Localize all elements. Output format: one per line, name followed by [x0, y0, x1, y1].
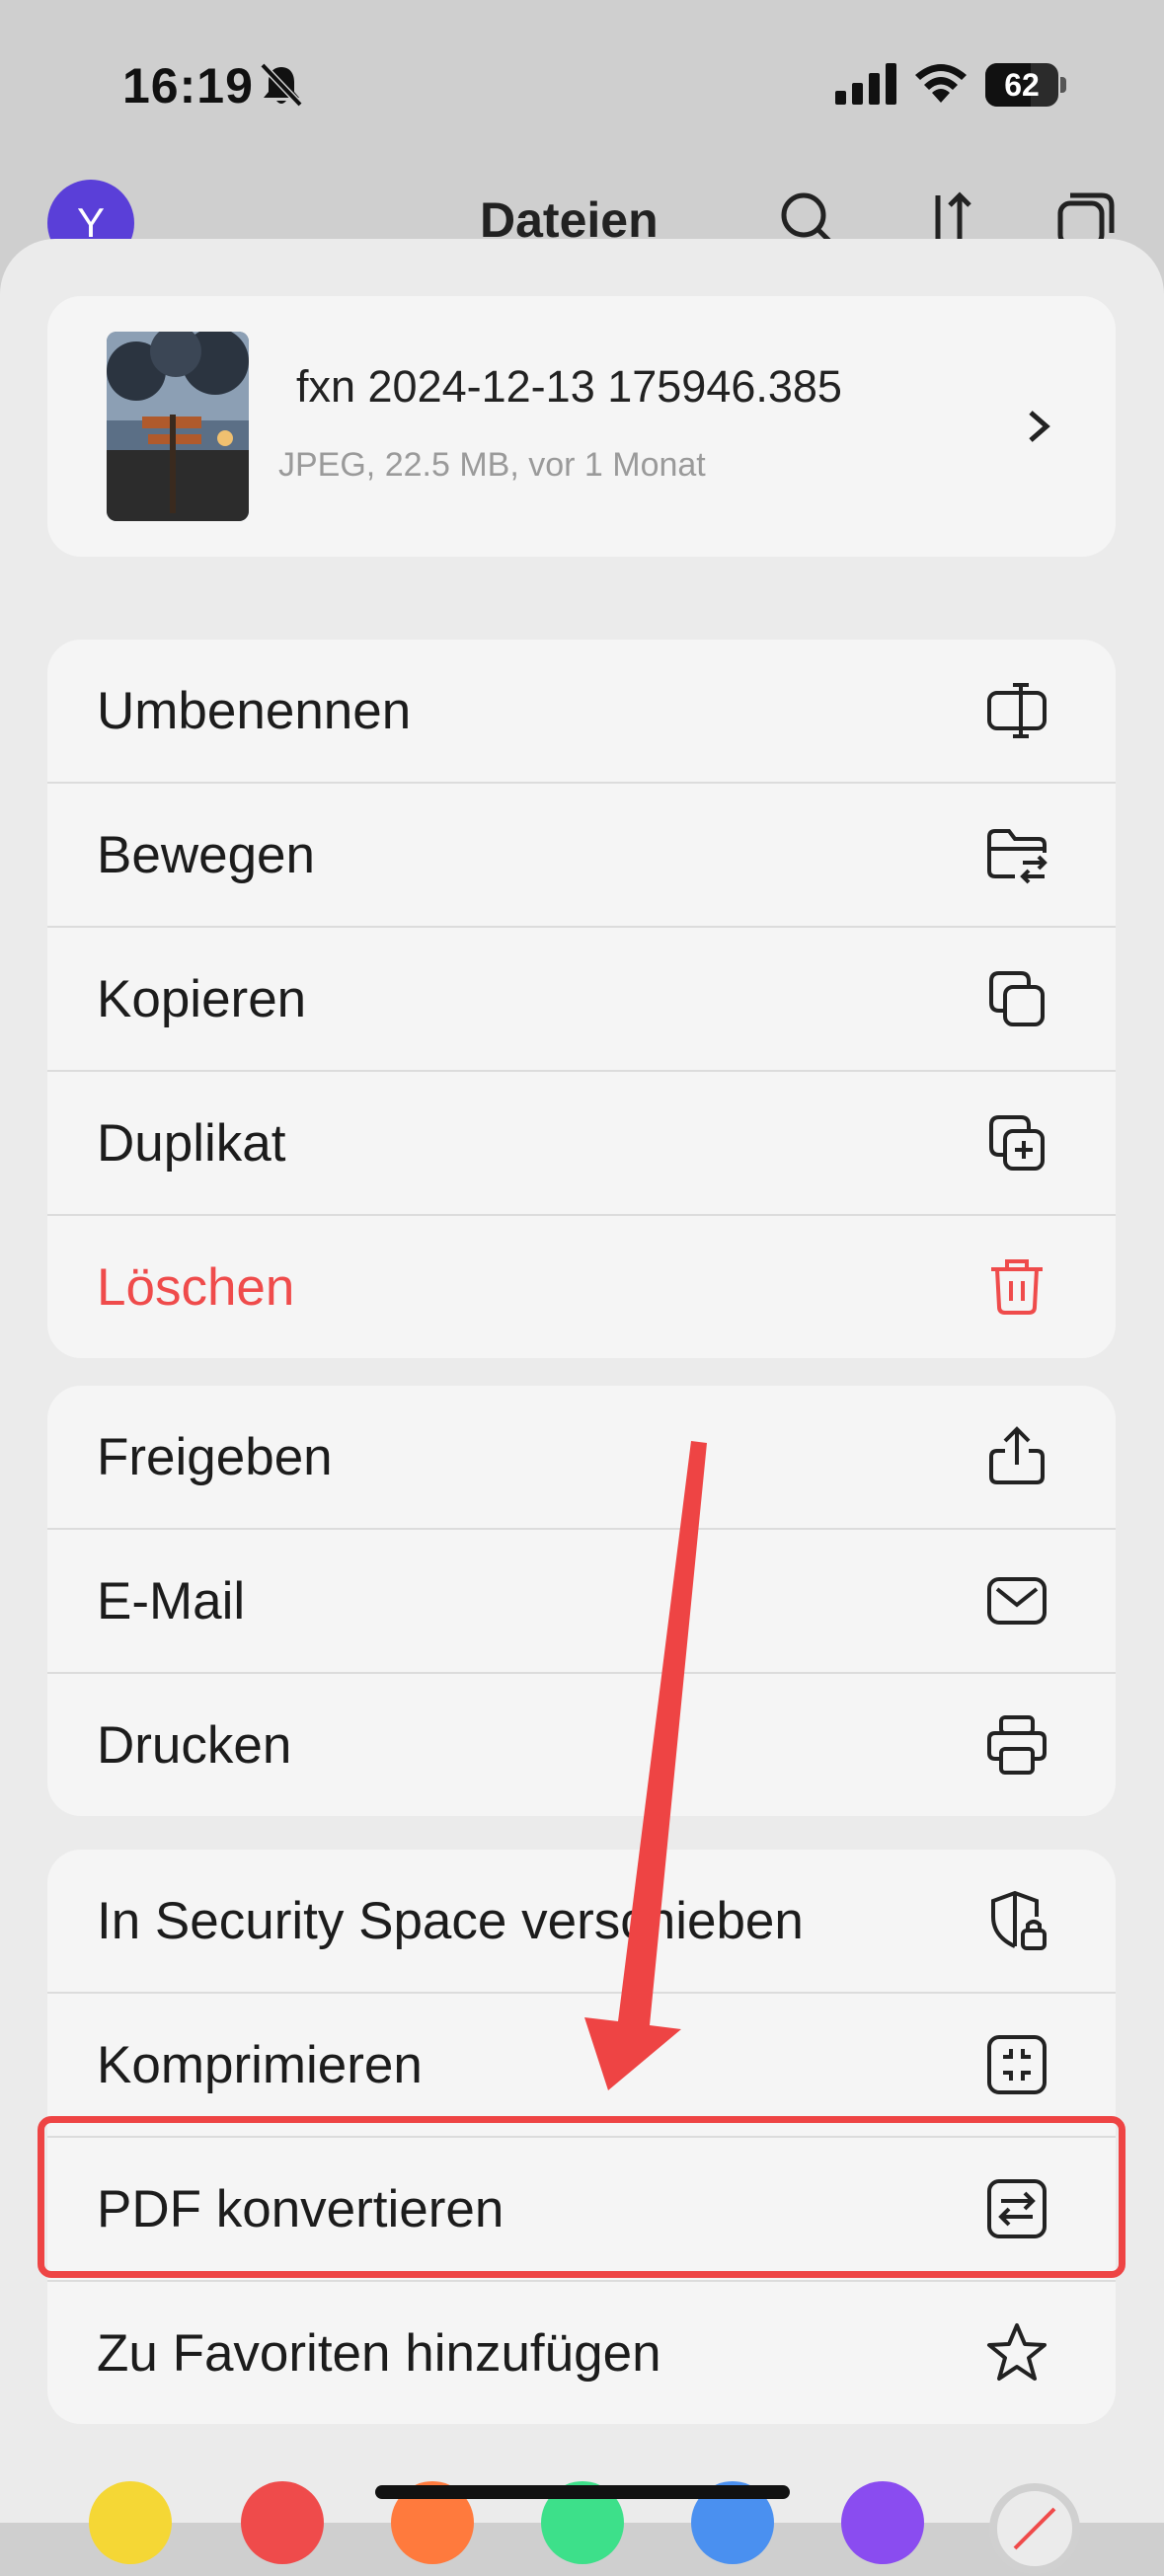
menu-item-duplicate[interactable]: Duplikat	[47, 1072, 1116, 1216]
cellular-signal-icon	[835, 63, 896, 105]
background-header: Y Dateien	[0, 168, 1164, 266]
menu-item-copy[interactable]: Kopieren	[47, 928, 1116, 1072]
share-icon	[989, 1426, 1045, 1484]
menu-item-label: Löschen	[97, 1258, 295, 1317]
compress-icon	[987, 2035, 1047, 2094]
status-bar: 16:19 62	[0, 0, 1164, 168]
annotation-highlight-box	[38, 2116, 1125, 2278]
battery-body: 62	[985, 63, 1058, 107]
duplicate-icon	[989, 1115, 1045, 1171]
color-tag-yellow[interactable]	[89, 2481, 172, 2564]
menu-item-label: Freigeben	[97, 1428, 333, 1486]
print-icon	[987, 1715, 1047, 1775]
menu-item-label: Komprimieren	[97, 2036, 423, 2094]
mail-icon	[987, 1577, 1047, 1625]
rename-icon	[987, 683, 1047, 738]
battery-tip	[1060, 77, 1066, 93]
menu-item-label: Zu Favoriten hinzufügen	[97, 2324, 661, 2383]
menu-item-delete[interactable]: Löschen	[47, 1216, 1116, 1358]
menu-item-label: Drucken	[97, 1716, 292, 1775]
chevron-right-icon[interactable]	[1021, 405, 1056, 448]
copy-icon	[989, 971, 1045, 1026]
menu-item-share[interactable]: Freigeben	[47, 1386, 1116, 1530]
menu-item-label: Umbenennen	[97, 682, 412, 740]
menu-item-email[interactable]: E-Mail	[47, 1530, 1116, 1674]
menu-item-label: In Security Space verschieben	[97, 1892, 804, 1950]
star-icon	[987, 2323, 1047, 2381]
file-info-card[interactable]: fxn 2024-12-13 175946.385 JPEG, 22.5 MB,…	[47, 296, 1116, 557]
file-meta: JPEG, 22.5 MB, vor 1 Monat	[278, 446, 706, 484]
menu-item-rename[interactable]: Umbenennen	[47, 640, 1116, 784]
move-folder-icon	[987, 829, 1048, 884]
home-indicator	[375, 2485, 790, 2499]
menu-item-label: Bewegen	[97, 826, 316, 884]
menu-item-label: Duplikat	[97, 1114, 286, 1173]
wifi-icon	[915, 64, 967, 103]
menu-item-label: Kopieren	[97, 970, 307, 1028]
file-name: fxn 2024-12-13 175946.385	[296, 361, 842, 412]
menu-item-move[interactable]: Bewegen	[47, 784, 1116, 928]
bell-slash-icon	[260, 62, 303, 108]
battery-level: 62	[1004, 67, 1040, 103]
menu-group-file-ops: Umbenennen Bewegen Kopieren Duplikat Lös…	[47, 640, 1116, 1358]
file-thumbnail	[107, 332, 249, 521]
menu-item-print[interactable]: Drucken	[47, 1674, 1116, 1816]
menu-item-label: E-Mail	[97, 1572, 246, 1630]
menu-item-security-space[interactable]: In Security Space verschieben	[47, 1850, 1116, 1994]
color-tag-purple[interactable]	[841, 2481, 924, 2564]
color-tag-red[interactable]	[241, 2481, 324, 2564]
no-color-icon[interactable]	[987, 2481, 1082, 2576]
trash-icon	[991, 1259, 1043, 1315]
shield-lock-icon	[991, 1890, 1047, 1950]
battery-icon: 62	[985, 63, 1066, 107]
menu-group-share: Freigeben E-Mail Drucken	[47, 1386, 1116, 1816]
status-time: 16:19	[122, 58, 254, 114]
menu-item-add-favorite[interactable]: Zu Favoriten hinzufügen	[47, 2282, 1116, 2424]
